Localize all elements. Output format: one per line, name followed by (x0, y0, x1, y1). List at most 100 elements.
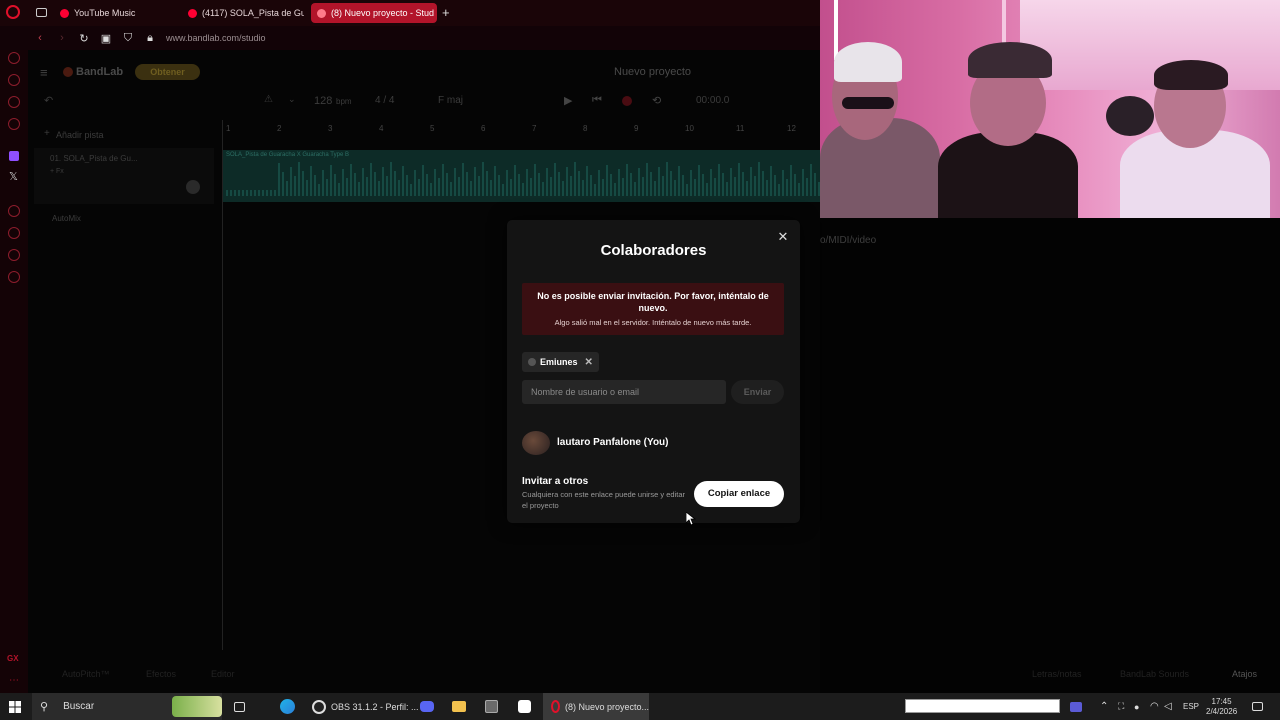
waveform-bar (554, 163, 556, 196)
start-button[interactable] (9, 693, 21, 720)
waveform-bar (606, 165, 608, 196)
language-indicator[interactable]: ESP (1183, 693, 1199, 720)
bandlab-sounds-tab[interactable]: BandLab Sounds (1120, 669, 1189, 679)
lyrics-tab[interactable]: Letras/notas (1032, 669, 1082, 679)
gx-icon[interactable]: GX (7, 654, 19, 663)
waveform-bar (814, 173, 816, 196)
playhead (222, 120, 223, 650)
edge-icon[interactable] (280, 693, 295, 720)
record-icon[interactable] (622, 96, 632, 106)
x-twitter-icon[interactable]: 𝕏 (9, 170, 18, 183)
tab-overview-icon[interactable] (36, 8, 47, 17)
undo-icon[interactable]: ↶ (44, 94, 53, 107)
skip-back-icon[interactable]: ⏮ (592, 94, 602, 107)
waveform-bar (326, 179, 328, 196)
vpn-icon[interactable]: ⛉ (122, 32, 134, 45)
waveform-bar (710, 169, 712, 196)
youtube-music-icon (60, 8, 69, 18)
send-button[interactable]: Enviar (731, 380, 784, 404)
waveform-bar (726, 182, 728, 196)
reload-icon[interactable]: ↻ (78, 32, 90, 45)
waveform-bar (646, 163, 648, 196)
menu-icon[interactable]: ≡ (40, 65, 48, 80)
waveform-bar (366, 177, 368, 196)
bandlab-logo[interactable]: BandLab (76, 66, 123, 78)
key-value[interactable]: F maj (438, 95, 463, 106)
capcut-icon[interactable] (518, 693, 531, 720)
automix-label[interactable]: AutoMix (52, 214, 81, 223)
add-track-button[interactable]: Añadir pista (56, 130, 104, 140)
metronome-icon[interactable]: ⚠ (264, 94, 273, 105)
sidebar-download-icon[interactable] (8, 249, 20, 261)
waveform-bar (478, 176, 480, 196)
bpm-value[interactable]: 128 (314, 95, 332, 107)
tab-youtube-video[interactable]: (4117) SOLA_Pista de Guar (182, 3, 304, 23)
autopitch-tab[interactable]: AutoPitch™ (62, 669, 110, 679)
waveform-bar (254, 190, 256, 196)
discord-icon[interactable] (420, 693, 434, 720)
track-header[interactable]: 01. SOLA_Pista de Gu... + Fx (34, 148, 214, 204)
waveform-bar (546, 168, 548, 196)
taskbar-bandlab[interactable]: (8) Nuevo proyecto... (543, 693, 649, 720)
sidebar-history-icon[interactable] (8, 205, 20, 217)
audio-region[interactable]: SOLA_Pista de Guaracha X Guaracha Type B (222, 150, 824, 202)
effects-tab[interactable]: Efectos (146, 669, 176, 679)
sidebar-messenger-icon[interactable] (8, 96, 20, 108)
sidebar-clock-icon[interactable] (8, 227, 20, 239)
more-icon[interactable]: ⋯ (9, 675, 19, 686)
tab-label: (4117) SOLA_Pista de Guar (202, 8, 304, 18)
tab-bandlab-studio[interactable]: (8) Nuevo proyecto - Stud (311, 3, 437, 23)
tab-youtube-music[interactable]: YouTube Music (54, 3, 174, 23)
invitee-chip[interactable]: Emiunes ✕ (522, 352, 599, 372)
close-icon[interactable]: ✕ (776, 230, 790, 244)
waveform-bar (670, 171, 672, 196)
volume-knob-icon[interactable] (186, 180, 200, 194)
taskbar-widget-box[interactable] (905, 699, 1060, 713)
back-icon[interactable]: ‹ (34, 32, 46, 44)
username-email-input[interactable] (522, 380, 726, 404)
opera-logo-icon[interactable] (6, 5, 20, 19)
tray-mic-icon[interactable]: ● (1134, 693, 1139, 720)
tray-volume-icon[interactable]: ◁ (1164, 693, 1172, 720)
sidebar-bag-icon[interactable] (8, 74, 20, 86)
obtener-button[interactable]: Obtener (135, 64, 200, 80)
url-field[interactable]: www.bandlab.com/studio (166, 33, 266, 43)
collaborators-dialog: Colaboradores ✕ No es posible enviar inv… (507, 220, 800, 523)
waveform-bar (482, 162, 484, 196)
sidebar-settings-icon[interactable] (8, 271, 20, 283)
sidebar-news-icon[interactable] (8, 118, 20, 130)
taskbar-obs[interactable]: OBS 31.1.2 - Perfil: ... (306, 693, 425, 720)
waveform-bar (382, 167, 384, 196)
notifications-icon[interactable] (1252, 693, 1263, 720)
play-icon[interactable]: ▶ (564, 94, 572, 107)
twitch-icon[interactable] (9, 151, 19, 161)
waveform-bar (346, 178, 348, 196)
clock[interactable]: 17:45 2/4/2026 (1206, 693, 1237, 720)
time-signature[interactable]: 4 / 4 (375, 95, 394, 106)
meet-icon[interactable] (1070, 693, 1082, 720)
copy-link-button[interactable]: Copiar enlace (694, 481, 784, 507)
timeline-ruler[interactable]: 1 2 3 4 5 6 7 8 9 10 11 12 (222, 120, 820, 138)
new-tab-button[interactable]: + (442, 5, 450, 20)
snapshot-icon[interactable]: ▣ (100, 32, 112, 45)
project-title[interactable]: Nuevo proyecto (614, 66, 691, 78)
track-fx-button[interactable]: + Fx (50, 168, 64, 175)
aria-icon[interactable] (8, 52, 20, 64)
forward-icon[interactable]: › (56, 32, 68, 44)
shortcuts-tab[interactable]: Atajos (1232, 669, 1257, 679)
chevron-down-icon[interactable]: ⌄ (288, 94, 296, 105)
editor-tab[interactable]: Editor (211, 669, 235, 679)
taskbar-search[interactable]: ⚲ Buscar (32, 693, 222, 720)
tray-wifi-icon[interactable]: ◠ (1150, 693, 1159, 720)
waveform-bar (442, 164, 444, 196)
loop-icon[interactable]: ⟲ (652, 94, 661, 107)
waveform-bar (278, 163, 280, 196)
file-explorer-icon[interactable] (452, 693, 466, 720)
minecraft-icon[interactable] (485, 693, 498, 720)
remove-chip-icon[interactable]: ✕ (585, 357, 593, 368)
tray-chevron-up-icon[interactable]: ⌃ (1100, 693, 1108, 720)
waveform-bar (330, 165, 332, 196)
task-view-icon[interactable] (234, 693, 245, 720)
tray-network-icon[interactable]: ⛶ (1118, 693, 1124, 720)
studio-bottom-bar: AutoPitch™ Efectos Editor (28, 665, 820, 685)
